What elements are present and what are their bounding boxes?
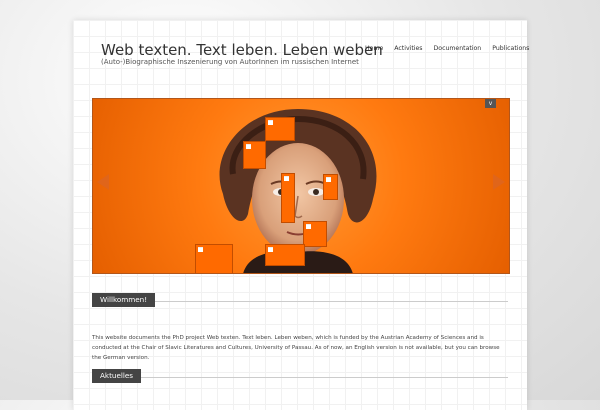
nav-item-publications[interactable]: Publications xyxy=(492,45,529,52)
site-title[interactable]: Web texten. Text leben. Leben weben xyxy=(101,41,383,59)
nav-item-home[interactable]: Home xyxy=(365,45,383,52)
slider-tile xyxy=(323,174,338,200)
arrow-right-icon[interactable] xyxy=(493,174,505,190)
slider-tile xyxy=(265,244,305,266)
site-subtitle: (Auto-)Biographische Inszenierung von Au… xyxy=(101,58,359,66)
page-container: Web texten. Text leben. Leben weben (Aut… xyxy=(73,20,529,410)
nav-item-activities[interactable]: Activities xyxy=(394,45,422,52)
slider-tile xyxy=(303,221,327,247)
slider-tile xyxy=(243,141,266,169)
slider-tile xyxy=(265,117,295,141)
slider-toggle-button[interactable]: v xyxy=(485,99,496,108)
nav-item-documentation[interactable]: Documentation xyxy=(434,45,482,52)
slider-tile xyxy=(281,173,295,223)
slider-tile xyxy=(195,244,233,273)
main-nav: Home Activities Documentation Publicatio… xyxy=(365,45,540,52)
section-divider xyxy=(92,377,508,378)
section-header-welcome: Willkommen! xyxy=(92,293,156,307)
image-slider[interactable]: v xyxy=(92,98,510,274)
welcome-text: This website documents the PhD project W… xyxy=(92,335,500,361)
arrow-left-icon[interactable] xyxy=(97,174,109,190)
section-header-news: Aktuelles xyxy=(92,369,142,383)
